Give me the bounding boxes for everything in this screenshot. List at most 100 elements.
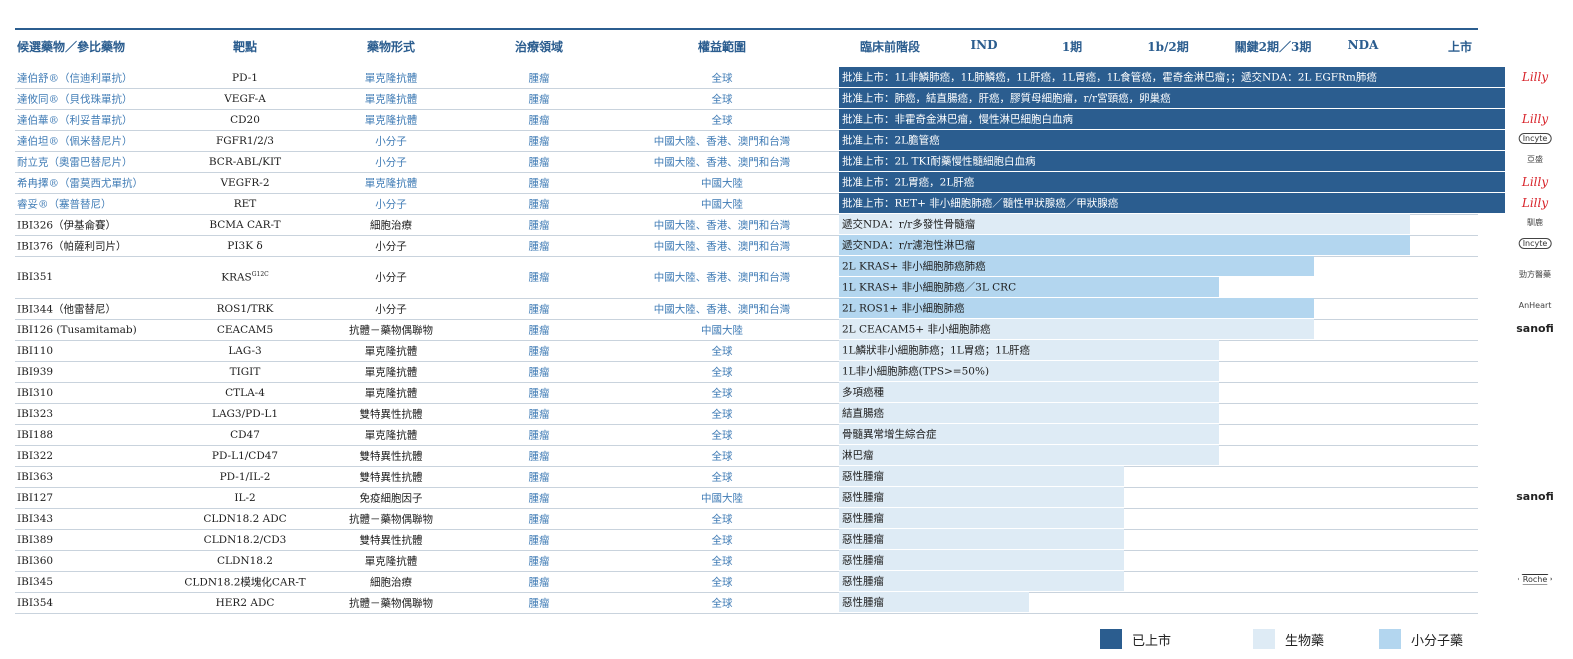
target-cell: CLDN18.2/CD3 [203,533,287,546]
rights-cell: 中國大陸 [701,492,743,504]
target-cell: PI3K δ [227,239,263,252]
modality-cell: 單克隆抗體 [364,345,418,357]
drug-name: IBI354 [17,596,54,609]
drug-name: 希冉擇®（雷莫西尤單抗） [17,177,143,189]
modality-cell: 單克隆抗體 [364,93,418,105]
area-cell: 腫瘤 [528,219,550,231]
drug-name: IBI127 [17,491,54,504]
area-cell: 腫瘤 [528,408,550,420]
bar-label: 批准上市：2L TKI耐藥慢性髓細胞白血病 [842,155,1036,168]
pipeline-bar: 批准上市：2L TKI耐藥慢性髓細胞白血病 [839,151,1505,171]
table-row: 耐立克（奧雷巴替尼片） BCR-ABL/KIT 小分子 腫瘤 中國大陸、香港、澳門和台灣… [15,151,1505,173]
incyte-logo: Incyte [1518,132,1552,144]
modality-cell: 單克隆抗體 [364,72,418,84]
bar-label: 惡性腫瘤 [842,491,884,504]
modality-cell: 細胞治療 [370,576,412,588]
area-cell: 腫瘤 [528,345,550,357]
target-cell: VEGFR-2 [220,176,270,189]
target-cell: FGFR1/2/3 [216,134,274,147]
modality-cell: 雙特異性抗體 [359,408,423,420]
area-cell: 腫瘤 [528,177,550,189]
pipeline-bar: 1L KRAS+ 非小細胞肺癌／3L CRC [839,277,1219,297]
pipeline-bar: 惡性腫瘤 [839,571,1124,591]
pipeline-bar: 批准上市：2L胃癌，2L肝癌 [839,172,1505,192]
target-cell: LAG-3 [228,344,262,357]
modality-cell: 免疫細胞因子 [359,492,423,504]
table-row: IBI326（伊基侖賽） BCMA CAR-T 細胞治療 腫瘤 中國大陸、香港、澳門和台… [15,214,1478,236]
header-ind: IND [970,38,998,52]
table-row: IBI188 CD47 單克隆抗體 腫瘤 全球 骨髓異常增生綜合症 [15,424,1478,446]
modality-cell: 小分子 [375,135,407,147]
legend-label: 小分子藥 [1411,633,1464,649]
pipeline-bar: 2L ROS1+ 非小細胞肺癌 [839,298,1314,318]
pipeline-bar: 惡性腫瘤 [839,529,1124,549]
table-row: IBI363 PD-1/IL-2 雙特異性抗體 腫瘤 全球 惡性腫瘤 [15,466,1478,488]
target-cell: ROS1/TRK [216,302,274,315]
modality-cell: 細胞治療 [370,219,412,231]
modality-cell: 雙特異性抗體 [359,450,423,462]
table-row: IBI343 CLDN18.2 ADC 抗體－藥物偶聯物 腫瘤 全球 惡性腫瘤 [15,508,1478,530]
header-launch: 上市 [1447,40,1473,54]
table-top-rule [15,28,1478,30]
drug-name: IBI110 [17,344,54,357]
target-cell: RET [233,197,257,210]
drug-name: IBI345 [17,575,54,588]
bar-label: 2L ROS1+ 非小細胞肺癌 [842,302,965,315]
pipeline-bar: 結直腸癌 [839,403,1219,423]
drug-name: IBI323 [17,407,54,420]
rights-cell: 全球 [711,387,733,399]
rights-cell: 全球 [711,450,733,462]
rights-cell: 全球 [711,345,733,357]
target-cell: CTLA-4 [225,386,265,399]
target-cell: CLDN18.2 [217,554,273,567]
lilly-logo: Lilly [1521,195,1549,210]
rights-cell: 全球 [711,114,733,126]
lilly-logo: Lilly [1521,111,1549,126]
bar-label: 批准上市：RET+ 非小細胞肺癌／髓性甲狀腺癌／甲狀腺癌 [842,197,1119,210]
sanofi-logo: sanofi [1516,489,1554,503]
rights-cell: 全球 [711,513,733,525]
table-row: 希冉擇®（雷莫西尤單抗） VEGFR-2 單克隆抗體 腫瘤 中國大陸 批准上市：2L胃癌，… [15,172,1505,194]
rights-cell: 全球 [711,534,733,546]
pipeline-bar: 批准上市：1L非鱗肺癌，1L肺鱗癌，1L肝癌，1L胃癌，1L食管癌，霍奇金淋巴瘤… [839,67,1505,87]
header-phase1: 1期 [1061,40,1083,54]
table-row: IBI939 TIGIT 單克隆抗體 腫瘤 全球 1L非小細胞肺癌(TPS>=50%) [15,361,1478,383]
modality-cell: 小分子 [375,156,407,168]
target-superscript: G12C [251,270,269,278]
target-cell: PD-1/IL-2 [219,470,271,483]
bar-label: 批准上市：肺癌，結直腸癌，肝癌，膠質母細胞瘤，r/r宮頸癌，卵巢癌 [842,92,1171,105]
area-cell: 腫瘤 [528,450,550,462]
table-row: IBI345 CLDN18.2模塊化CAR-T 細胞治療 腫瘤 全球 惡性腫瘤 [15,571,1478,593]
pipeline-table: 候選藥物／參比藥物 靶點 藥物形式 治療領域 權益範圍 臨床前階段 IND 1期… [0,0,1573,659]
pipeline-bar: 遞交NDA：r/r濾泡性淋巴瘤 [839,235,1410,255]
pipeline-bar: 惡性腫瘤 [839,550,1124,570]
area-cell: 腫瘤 [528,72,550,84]
bar-label: 多項癌種 [842,386,884,399]
modality-cell: 小分子 [375,271,407,284]
rights-cell: 中國大陸、香港、澳門和台灣 [653,135,791,147]
bar-label: 淋巴瘤 [842,449,874,462]
target-cell: BCMA CAR-T [209,218,281,231]
table-row: IBI389 CLDN18.2/CD3 雙特異性抗體 腫瘤 全球 惡性腫瘤 [15,529,1478,551]
table-row: 達伯舒®（信迪利單抗） PD-1 單克隆抗體 腫瘤 全球 批准上市：1L非鱗肺癌，1L肺鱗… [15,67,1505,89]
area-cell: 腫瘤 [528,513,550,525]
bar-label: 惡性腫瘤 [842,512,884,525]
area-cell: 腫瘤 [528,387,550,399]
modality-cell: 抗體－藥物偶聯物 [349,597,433,609]
drug-name: IBI389 [17,533,54,546]
target-cell: LAG3/PD-L1 [211,407,279,420]
area-cell: 腫瘤 [528,429,550,441]
target-cell: PD-1 [232,71,258,84]
incyte-logo: Incyte [1518,237,1552,249]
target-cell: KRASG12C [221,270,269,284]
target-cell: CLDN18.2 ADC [203,512,287,525]
table-row: IBI126 (Tusamitamab) CEACAM5 抗體－藥物偶聯物 腫瘤 中國大… [15,319,1478,341]
modality-cell: 單克隆抗體 [364,555,418,567]
bar-label: 惡性腫瘤 [842,533,884,546]
area-cell: 腫瘤 [528,93,550,105]
target-cell: PD-L1/CD47 [211,449,279,462]
drug-name: 達伯舒®（信迪利單抗） [17,72,133,84]
pipeline-bar: 惡性腫瘤 [839,508,1124,528]
drug-name: IBI126 (Tusamitamab) [17,323,137,336]
pipeline-bar: 多項癌種 [839,382,1219,402]
